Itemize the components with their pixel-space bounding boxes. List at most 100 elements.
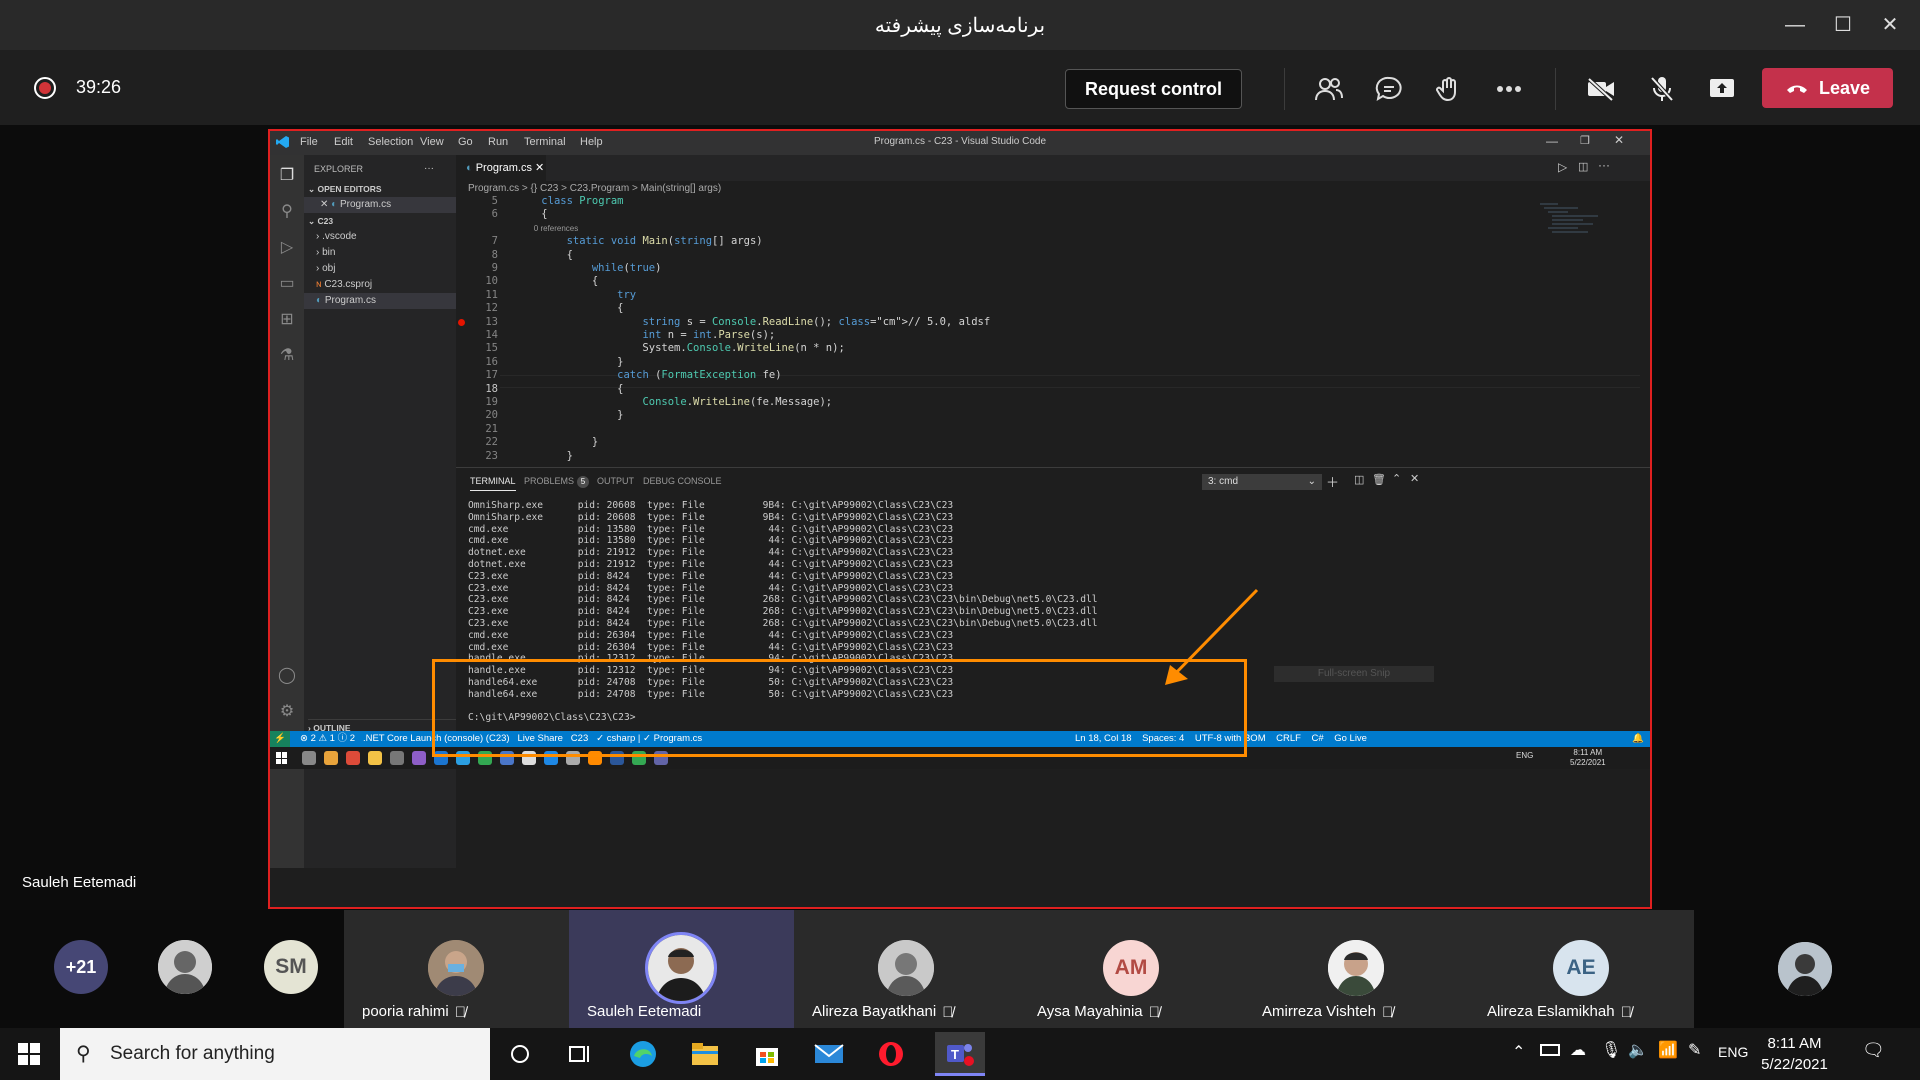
maximize-panel-icon[interactable]: ⌃ bbox=[1392, 472, 1401, 485]
code-line[interactable]: 5 class Program bbox=[456, 195, 1556, 208]
run-file-icon[interactable]: ▷ bbox=[1558, 160, 1567, 174]
participant-tile[interactable]: AM Aysa Mayahinia 🎙̸ bbox=[1019, 910, 1244, 1028]
vs-close-icon[interactable]: ✕ bbox=[1614, 133, 1624, 147]
code-line[interactable]: 10 { bbox=[456, 275, 1556, 288]
cortana-icon[interactable] bbox=[502, 1036, 538, 1072]
share-screen-icon[interactable] bbox=[1705, 72, 1739, 106]
tab-debug-console[interactable]: DEBUG CONSOLE bbox=[643, 476, 722, 486]
vs-minimize-icon[interactable]: — bbox=[1546, 134, 1558, 148]
network-icon[interactable]: 📶 bbox=[1658, 1040, 1678, 1060]
tab-program-cs[interactable]: ◐ Program.cs ✕ bbox=[456, 155, 546, 181]
tree-item-obj[interactable]: › obj bbox=[316, 261, 468, 277]
tree-item-bin[interactable]: › bin bbox=[316, 245, 468, 261]
onedrive-icon[interactable]: ☁ bbox=[1570, 1040, 1586, 1060]
code-line[interactable]: 17 catch (FormatException fe) bbox=[456, 369, 1556, 382]
code-line[interactable]: 23 } bbox=[456, 450, 1556, 463]
code-line[interactable]: 16 } bbox=[456, 356, 1556, 369]
tree-item-csproj[interactable]: ɴ C23.csproj bbox=[316, 277, 468, 293]
code-line[interactable]: 22 } bbox=[456, 436, 1556, 449]
participants-icon[interactable] bbox=[1312, 72, 1346, 106]
more-options-icon[interactable] bbox=[1492, 72, 1526, 106]
code-line[interactable]: 13 string s = Console.ReadLine(); class=… bbox=[456, 316, 1556, 329]
code-editor[interactable]: 5 class Program 6 { 0 references 7 static … bbox=[456, 195, 1650, 467]
account-icon[interactable]: ◯ bbox=[277, 665, 297, 685]
raise-hand-icon[interactable] bbox=[1432, 72, 1466, 106]
terminal-select[interactable]: 3: cmd ⌄ bbox=[1202, 474, 1322, 490]
mail-icon[interactable] bbox=[811, 1036, 847, 1072]
input-language[interactable]: ENG bbox=[1718, 1044, 1748, 1060]
code-line[interactable]: 8 { bbox=[456, 249, 1556, 262]
explorer-icon[interactable]: ❐ bbox=[277, 165, 297, 185]
maximize-icon[interactable]: ☐ bbox=[1823, 8, 1863, 42]
testing-icon[interactable]: ⚗ bbox=[277, 345, 297, 365]
tree-item-program[interactable]: ◐ Program.cs bbox=[304, 293, 456, 309]
remote-explorer-icon[interactable]: ▭ bbox=[277, 273, 297, 293]
action-center-icon[interactable]: 🗨 bbox=[1862, 1040, 1885, 1061]
split-terminal-icon[interactable]: ◫ bbox=[1354, 473, 1364, 486]
close-icon[interactable]: ✕ bbox=[1870, 8, 1910, 42]
open-editors-section[interactable]: ⌄ OPEN EDITORS bbox=[308, 181, 460, 197]
participant-avatar-sm[interactable]: SM bbox=[264, 940, 318, 994]
notifications-icon[interactable]: 🔔 bbox=[1632, 731, 1644, 747]
mic-icon[interactable]: 🎙 bbox=[1601, 1040, 1621, 1060]
code-line[interactable]: 11 try bbox=[456, 289, 1556, 302]
remote-indicator-icon[interactable]: ⚡ bbox=[270, 731, 290, 747]
participant-tile-active[interactable]: Sauleh Eetemadi bbox=[569, 910, 794, 1028]
volume-icon[interactable]: 🔈 bbox=[1628, 1040, 1648, 1060]
new-terminal-icon[interactable]: ＋ bbox=[1326, 472, 1339, 491]
camera-off-icon[interactable] bbox=[1584, 72, 1618, 106]
editor-more-icon[interactable]: ··· bbox=[1598, 158, 1610, 172]
code-line[interactable]: 7 static void Main(string[] args) bbox=[456, 235, 1556, 248]
close-panel-icon[interactable]: ✕ bbox=[1410, 472, 1419, 485]
code-line[interactable]: 15 System.Console.WriteLine(n * n); bbox=[456, 342, 1556, 355]
code-line[interactable]: 6 { bbox=[456, 208, 1556, 221]
participant-tile[interactable]: Alireza Bayatkhani 🎙̸ bbox=[794, 910, 1019, 1028]
opera-icon[interactable] bbox=[873, 1036, 909, 1072]
request-control-button[interactable]: Request control bbox=[1065, 69, 1242, 109]
edge-icon[interactable] bbox=[625, 1036, 661, 1072]
settings-gear-icon[interactable]: ⚙ bbox=[277, 701, 297, 721]
code-line[interactable]: 18 { bbox=[456, 383, 1556, 396]
participant-tile[interactable]: pooria rahimi 🎙̸ bbox=[344, 910, 569, 1028]
explorer-more-icon[interactable]: ··· bbox=[424, 161, 444, 177]
participant-avatar[interactable] bbox=[1778, 942, 1832, 996]
trash-icon[interactable]: 🗑 bbox=[1372, 473, 1386, 486]
tab-problems[interactable]: PROBLEMS 5 bbox=[524, 476, 590, 488]
more-participants-button[interactable]: +21 bbox=[54, 940, 108, 994]
tray-chevron-icon[interactable]: ⌃ bbox=[1512, 1042, 1525, 1062]
windows-start-icon[interactable] bbox=[18, 1043, 40, 1065]
chat-icon[interactable] bbox=[1372, 72, 1406, 106]
file-explorer-icon[interactable] bbox=[687, 1036, 723, 1072]
store-icon[interactable] bbox=[749, 1036, 785, 1072]
leave-button[interactable]: Leave bbox=[1762, 68, 1893, 108]
vs-restore-icon[interactable]: ❐ bbox=[1580, 134, 1590, 147]
split-editor-icon[interactable]: ◫ bbox=[1578, 160, 1588, 173]
extensions-icon[interactable]: ⊞ bbox=[277, 309, 297, 329]
mic-off-icon[interactable] bbox=[1645, 72, 1679, 106]
battery-icon[interactable] bbox=[1540, 1044, 1560, 1056]
code-line[interactable]: 9 while(true) bbox=[456, 262, 1556, 275]
code-line[interactable]: 19 Console.WriteLine(fe.Message); bbox=[456, 396, 1556, 409]
participant-avatar[interactable] bbox=[158, 940, 212, 994]
run-debug-icon[interactable]: ▷ bbox=[277, 237, 297, 257]
tab-terminal[interactable]: TERMINAL bbox=[470, 476, 516, 491]
taskbar-search-input[interactable]: ⚲ Search for anything bbox=[60, 1028, 490, 1080]
code-line[interactable]: 21 bbox=[456, 423, 1556, 436]
pen-icon[interactable]: ✎ bbox=[1688, 1040, 1701, 1060]
search-icon[interactable]: ⚲ bbox=[277, 201, 297, 221]
code-line[interactable]: 12 { bbox=[456, 302, 1556, 315]
code-line[interactable]: 14 int n = int.Parse(s); bbox=[456, 329, 1556, 342]
minimap[interactable] bbox=[1538, 201, 1608, 241]
participant-tile[interactable]: Amirreza Vishteh 🎙̸ bbox=[1244, 910, 1469, 1028]
open-editor-item[interactable]: ✕ ◐ Program.cs bbox=[304, 197, 456, 213]
code-line[interactable]: 0 references bbox=[456, 222, 1556, 235]
clock[interactable]: 8:11 AM 5/22/2021 bbox=[1747, 1033, 1842, 1075]
tab-output[interactable]: OUTPUT bbox=[597, 476, 634, 486]
breakpoint-icon[interactable] bbox=[458, 318, 465, 326]
task-view-icon[interactable] bbox=[562, 1036, 598, 1072]
folder-section[interactable]: ⌄ C23 bbox=[308, 213, 460, 229]
minimize-icon[interactable]: — bbox=[1775, 8, 1815, 42]
participant-tile[interactable]: AE Alireza Eslamikhah 🎙̸ bbox=[1469, 910, 1694, 1028]
teams-icon[interactable]: T bbox=[935, 1032, 985, 1076]
tree-item-vscode[interactable]: › .vscode bbox=[316, 229, 468, 245]
